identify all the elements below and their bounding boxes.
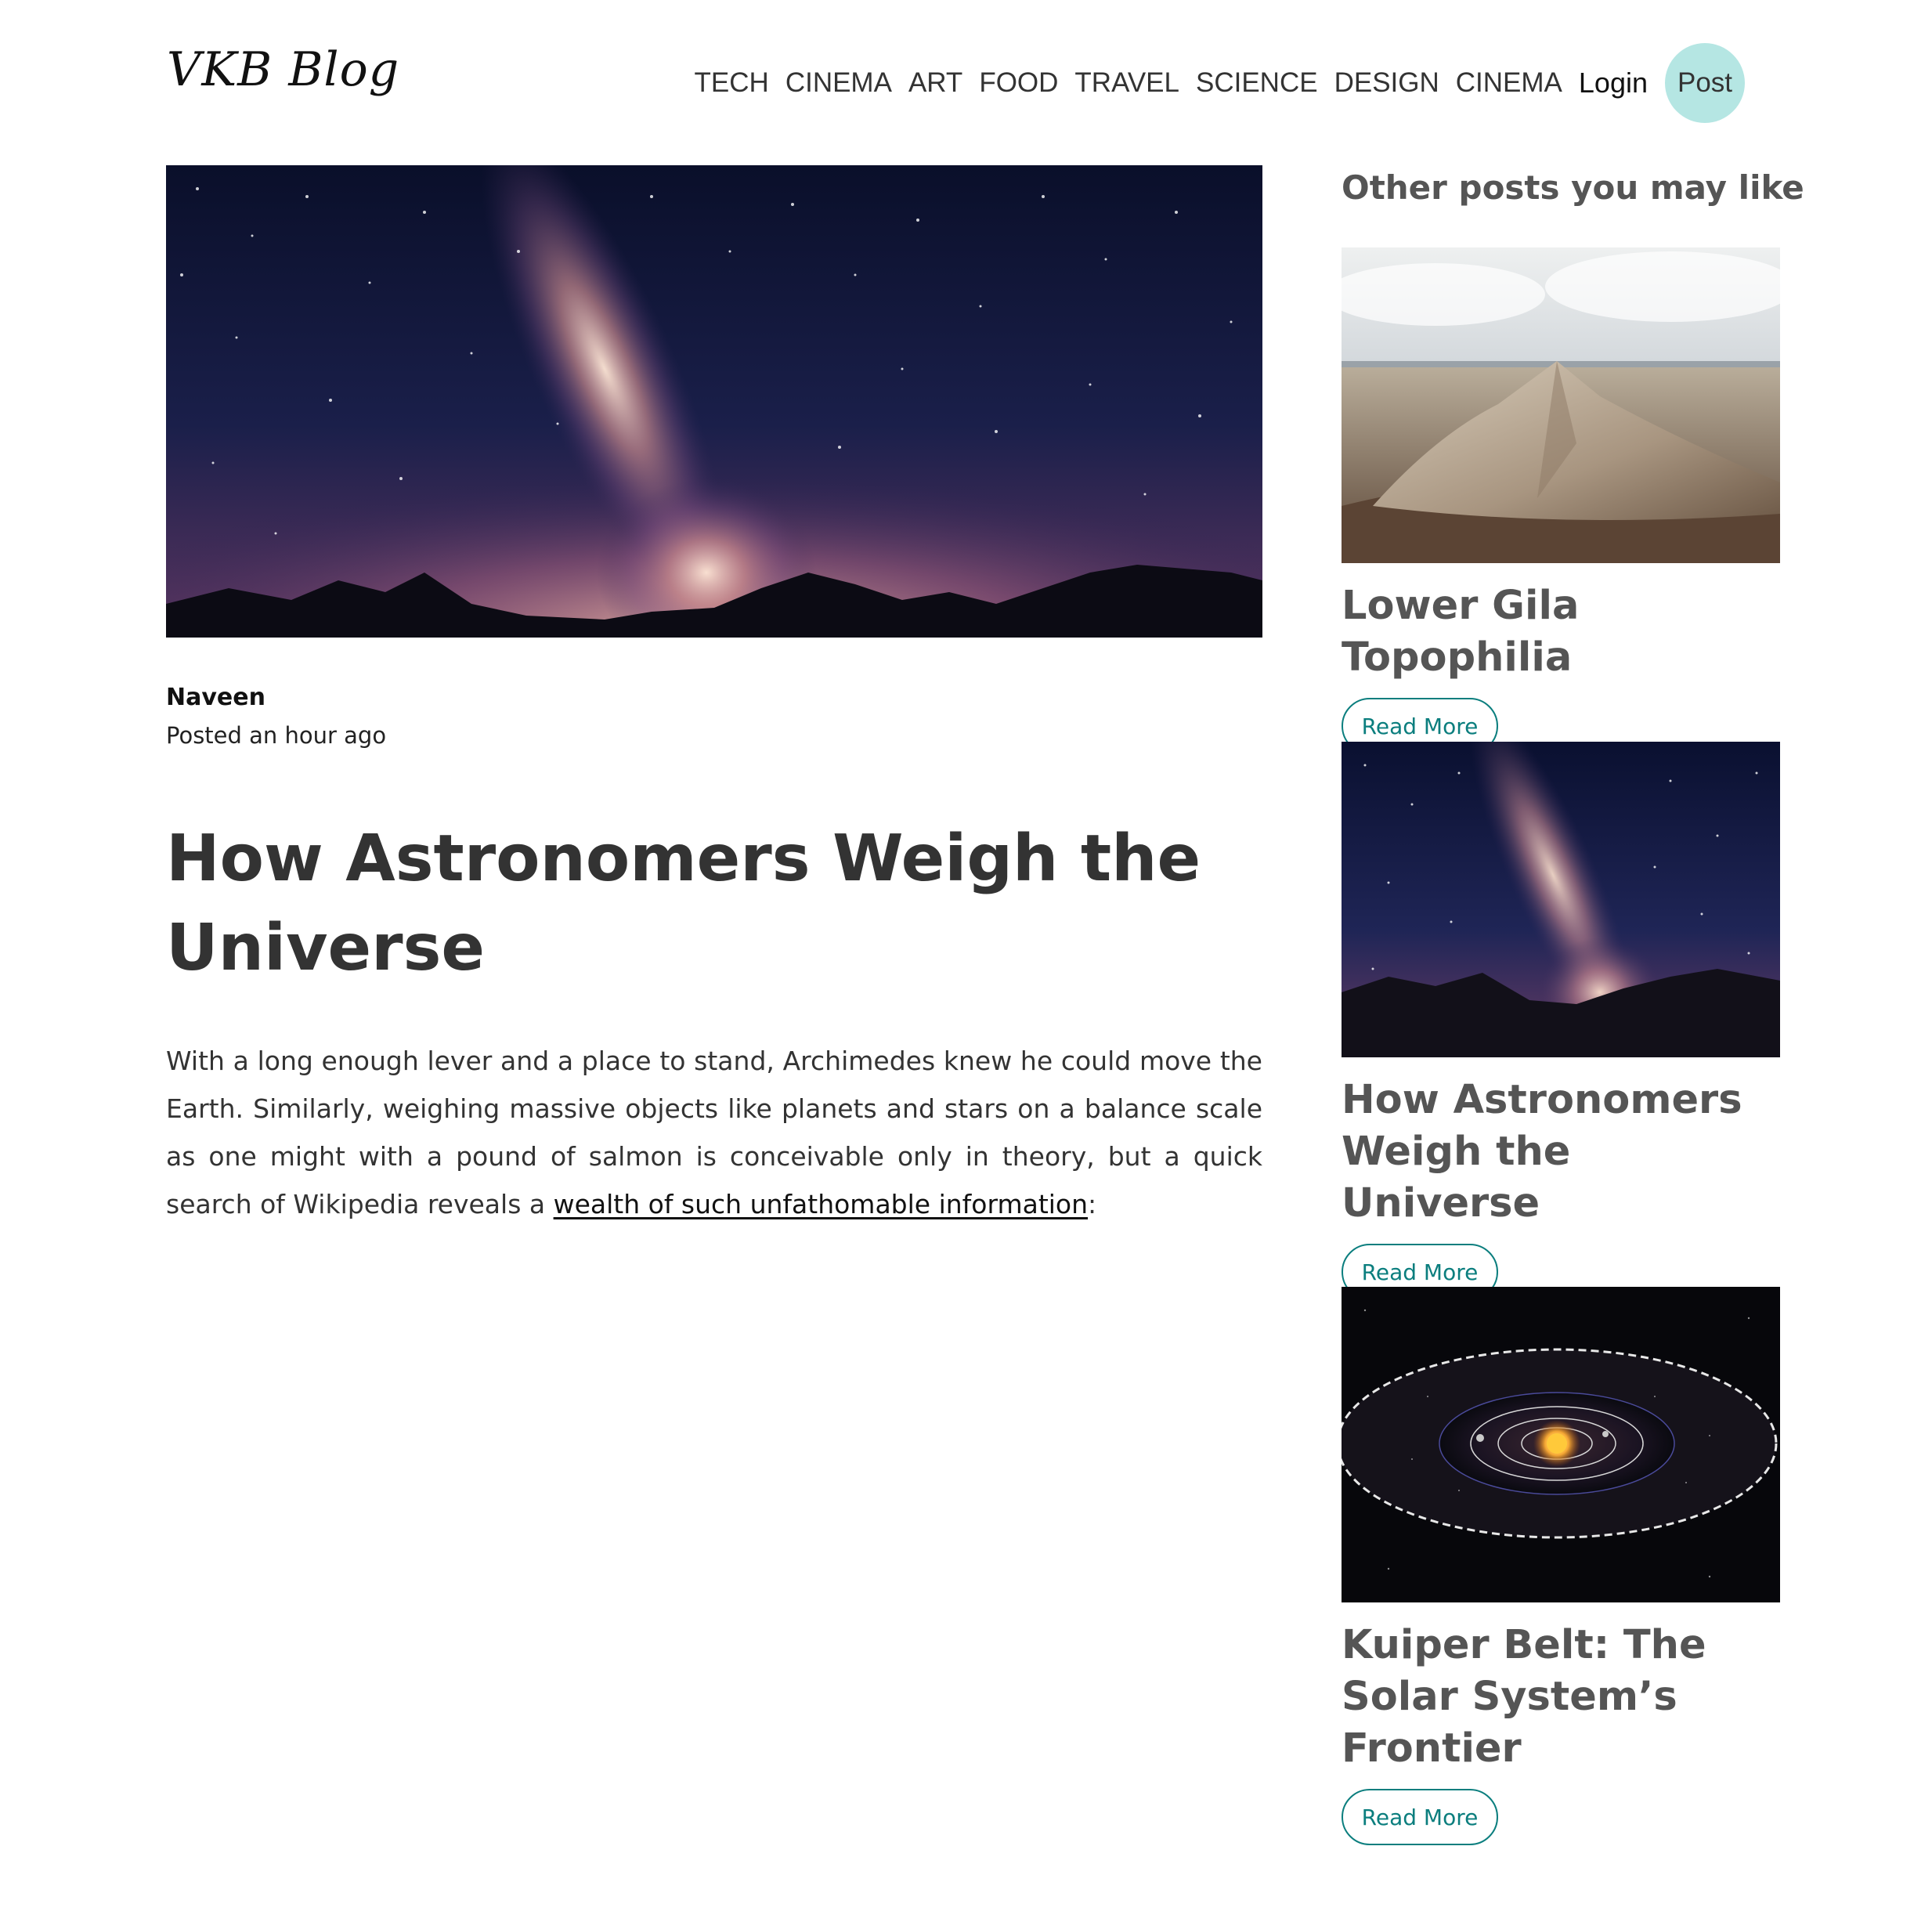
nav-link-art[interactable]: ART [908,67,962,99]
nav-link-cinema-2[interactable]: CINEMA [1456,67,1562,99]
main-nav: TECH CINEMA ART FOOD TRAVEL SCIENCE DESI… [695,42,1745,123]
sidebar-heading: Other posts you may like [1342,168,1804,207]
related-post-card: Lower Gila Topophilia Read More [1342,247,1780,754]
wikipedia-link[interactable]: wealth of such unfathomable information [554,1189,1088,1219]
post-timestamp: Posted an hour ago [166,722,387,749]
related-post-title[interactable]: Lower Gila Topophilia [1342,580,1780,684]
related-post-card: Kuiper Belt: The Solar System’s Frontier… [1342,1287,1780,1845]
post-button[interactable]: Post [1665,42,1745,123]
related-post-thumbnail[interactable] [1342,247,1780,563]
nav-link-travel[interactable]: TRAVEL [1074,67,1179,99]
nav-link-science[interactable]: SCIENCE [1196,67,1318,99]
post-body: With a long enough lever and a place to … [166,1037,1262,1228]
nav-link-cinema[interactable]: CINEMA [785,67,892,99]
read-more-button[interactable]: Read More [1342,1789,1498,1845]
related-post-title[interactable]: How Astronomers Weigh the Universe [1342,1075,1780,1230]
nav-link-food[interactable]: FOOD [979,67,1058,99]
related-post-card: How Astronomers Weigh the Universe Read … [1342,742,1780,1300]
post-title: How Astronomers Weigh the Universe [166,822,1201,985]
nav-link-tech[interactable]: TECH [695,67,769,99]
mountain-thumbnail-graphic [1342,247,1780,563]
site-logo[interactable]: VKB Blog [167,34,399,105]
milky-way-hero-graphic [166,165,1262,638]
post-author[interactable]: Naveen [166,684,265,711]
related-post-title[interactable]: Kuiper Belt: The Solar System’s Frontier [1342,1620,1780,1775]
milky-way-thumbnail-graphic [1342,742,1780,1057]
related-post-thumbnail[interactable] [1342,742,1780,1057]
solar-system-thumbnail-graphic [1342,1287,1780,1602]
related-post-thumbnail[interactable] [1342,1287,1780,1602]
post-body-colon: : [1088,1189,1097,1219]
hero-image [166,165,1262,638]
nav-link-design[interactable]: DESIGN [1334,67,1439,99]
login-link[interactable]: Login [1579,67,1648,99]
